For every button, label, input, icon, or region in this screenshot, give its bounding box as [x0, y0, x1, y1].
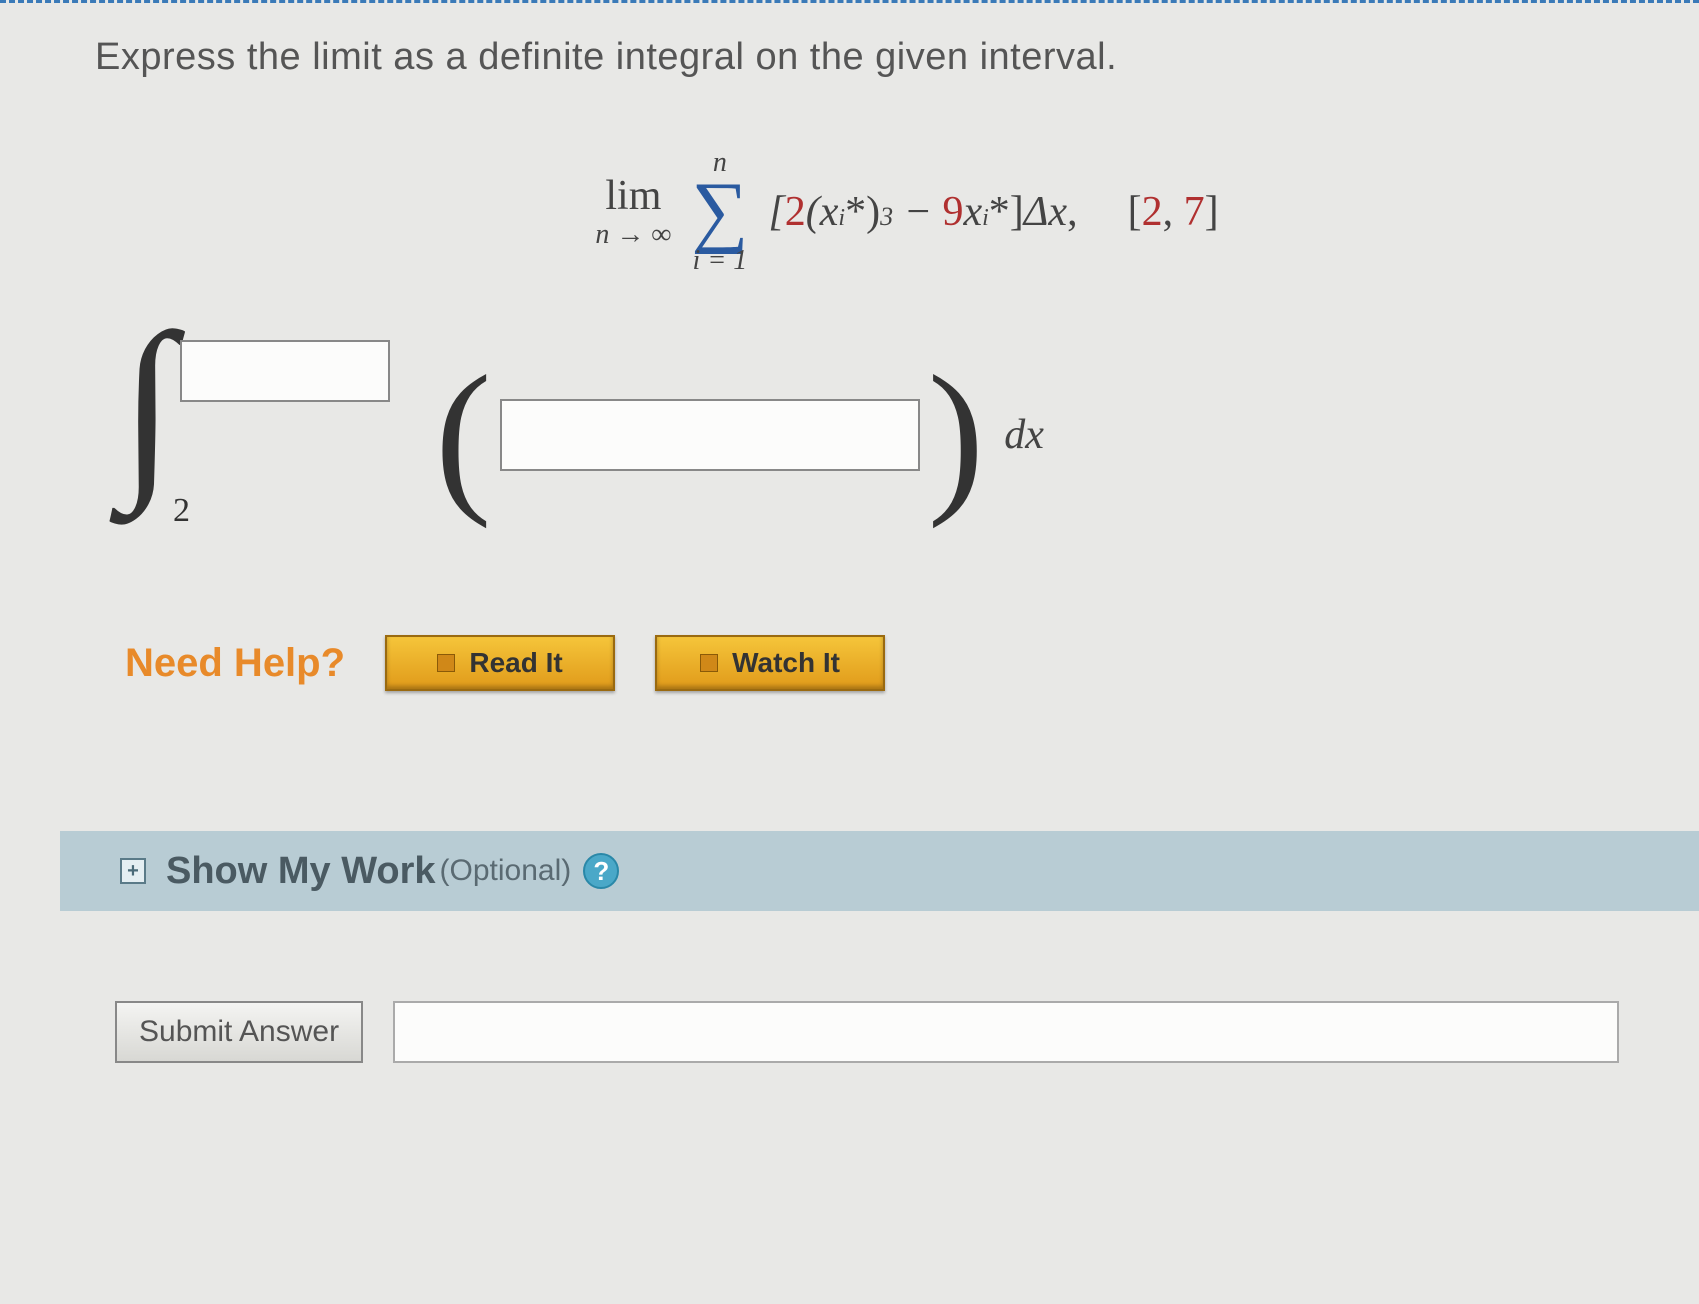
watch-it-button[interactable]: Watch It: [655, 635, 885, 691]
show-my-work-bar[interactable]: + Show My Work (Optional) ?: [60, 831, 1699, 911]
coef-nine: 9: [942, 188, 963, 236]
integral-lower-limit: 2: [173, 492, 190, 530]
show-my-work-optional: (Optional): [440, 854, 572, 888]
sigma-symbol: ∑: [691, 179, 748, 243]
read-it-button[interactable]: Read It: [385, 635, 615, 691]
watch-it-icon: [700, 654, 718, 672]
limit-block: lim n → ∞: [595, 175, 671, 249]
read-it-label: Read It: [469, 647, 562, 679]
show-my-work-title: Show My Work: [166, 850, 436, 893]
submit-row: Submit Answer: [115, 1001, 1639, 1063]
upper-limit-input[interactable]: [180, 340, 390, 402]
sigma-lower: i = 1: [693, 247, 748, 275]
watch-it-label: Watch It: [732, 647, 840, 679]
right-paren: ): [928, 363, 985, 508]
integral-answer-row: ∫ 2 ( ) dx: [125, 335, 1639, 535]
coef-two: 2: [785, 188, 806, 236]
sigma-block: n ∑ i = 1: [691, 149, 748, 275]
read-it-icon: [437, 654, 455, 672]
left-paren: (: [435, 363, 492, 508]
integrand-input[interactable]: [500, 399, 920, 471]
submit-answer-button[interactable]: Submit Answer: [115, 1001, 363, 1063]
question-text: Express the limit as a definite integral…: [95, 36, 1639, 79]
help-question-icon[interactable]: ?: [583, 853, 619, 889]
integral-sign: ∫: [120, 315, 175, 495]
limit-label: lim: [605, 175, 661, 217]
dx-label: dx: [1004, 411, 1044, 459]
expand-icon[interactable]: +: [120, 858, 146, 884]
interval: [2, 7]: [1128, 188, 1219, 236]
need-help-label: Need Help?: [125, 641, 345, 686]
limit-subscript: n → ∞: [595, 221, 671, 249]
help-row: Need Help? Read It Watch It: [125, 635, 1639, 691]
exponent-three: 3: [880, 202, 893, 232]
integral-sign-block: ∫ 2: [125, 335, 205, 535]
answer-text-field[interactable]: [393, 1001, 1619, 1063]
math-expression: lim n → ∞ n ∑ i = 1 [2(xi*)3 − 9xi*]Δx, …: [175, 149, 1639, 275]
question-container: Express the limit as a definite integral…: [0, 6, 1699, 1063]
summand-expression: [2(xi*)3 − 9xi*]Δx, [2, 7]: [768, 188, 1218, 236]
